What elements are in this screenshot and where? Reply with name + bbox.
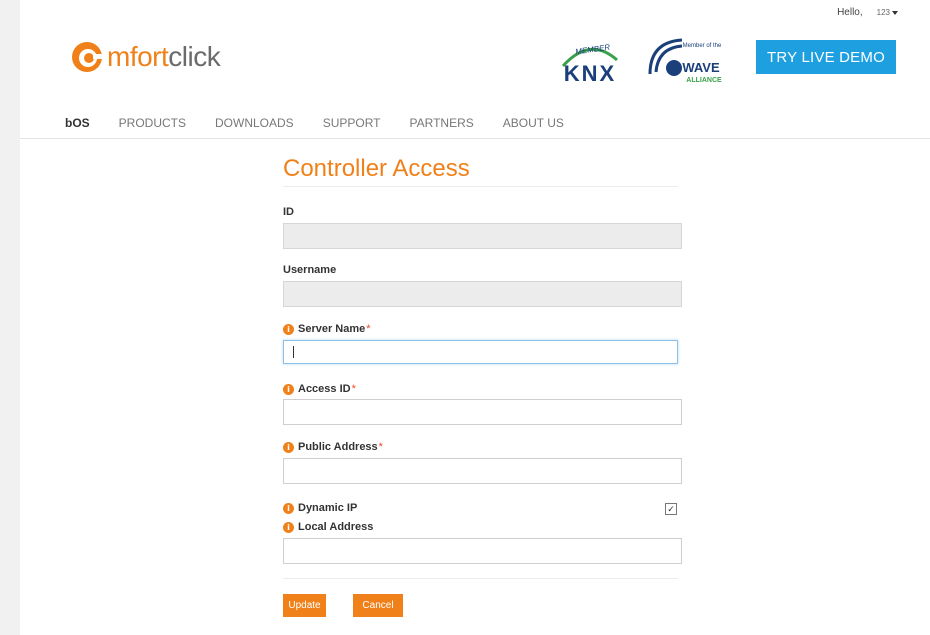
- knx-member-logo: MEMBER KNX: [561, 43, 618, 86]
- local-address-label-text: Local Address: [298, 521, 374, 533]
- update-button[interactable]: Update: [283, 594, 326, 617]
- info-icon[interactable]: i: [283, 441, 294, 453]
- nav-item-products[interactable]: PRODUCTS: [119, 116, 186, 130]
- dynamic-ip-label-text: Dynamic IP: [298, 502, 358, 514]
- info-icon[interactable]: i: [283, 383, 294, 395]
- local-address-label: i Local Address: [283, 520, 373, 534]
- cancel-button[interactable]: Cancel: [353, 594, 403, 617]
- public-address-label-text: Public Address: [298, 441, 378, 453]
- logo-swirl-icon: [72, 42, 104, 72]
- account-menu[interactable]: 123: [877, 8, 898, 17]
- logo-text-orange: mfort: [107, 41, 169, 72]
- page-title: Controller Access: [283, 155, 678, 187]
- nav-item-downloads[interactable]: DOWNLOADS: [215, 116, 294, 130]
- required-marker: *: [351, 383, 356, 395]
- greeting: Hello,: [837, 7, 863, 18]
- dynamic-ip-checkbox[interactable]: ✓: [665, 503, 677, 515]
- knx-member-text: MEMBER: [575, 43, 611, 57]
- required-marker: *: [378, 441, 383, 453]
- nav-item-bos[interactable]: bOS: [65, 116, 90, 130]
- text-cursor: [293, 346, 294, 358]
- id-label: ID: [283, 205, 294, 219]
- local-address-input[interactable]: [283, 538, 682, 564]
- id-label-text: ID: [283, 206, 294, 218]
- account-name: 123: [876, 8, 890, 17]
- nav-item-support[interactable]: SUPPORT: [323, 116, 381, 130]
- try-live-demo-button[interactable]: TRY LIVE DEMO: [756, 40, 896, 74]
- page: Hello, 123 mfortclick MEMBER KNX Member …: [20, 0, 930, 635]
- id-field: [283, 223, 682, 249]
- knx-text: KNX: [564, 61, 616, 86]
- access-id-label: i Access ID *: [283, 382, 356, 396]
- logo-text-grey: click: [168, 41, 221, 72]
- form-divider: [283, 578, 678, 579]
- controller-access-form: Controller Access ID Username i Server N…: [283, 155, 682, 617]
- main-nav: bOS PRODUCTS DOWNLOADS SUPPORT PARTNERS …: [65, 116, 593, 130]
- zwave-alliance-logo: Member of the WAVE ALLIANCE: [648, 38, 722, 84]
- dynamic-ip-label: i Dynamic IP: [283, 501, 357, 515]
- required-marker: *: [366, 323, 371, 335]
- caret-down-icon: [892, 10, 898, 15]
- logo-text: mfortclick: [107, 41, 221, 73]
- nav-item-partners[interactable]: PARTNERS: [410, 116, 474, 130]
- username-label: Username: [283, 263, 336, 277]
- access-id-input[interactable]: [283, 399, 682, 425]
- nav-divider: [20, 138, 930, 139]
- server-name-label: i Server Name *: [283, 322, 371, 336]
- info-icon[interactable]: i: [283, 323, 294, 335]
- server-name-label-text: Server Name: [298, 323, 366, 335]
- server-name-input[interactable]: [283, 340, 678, 364]
- comfortclick-logo[interactable]: mfortclick: [70, 40, 221, 74]
- public-address-label: i Public Address *: [283, 440, 383, 454]
- access-id-label-text: Access ID: [298, 383, 351, 395]
- user-bar: Hello, 123: [837, 7, 898, 18]
- zwave-text: WAVE: [682, 60, 720, 75]
- info-icon[interactable]: i: [283, 521, 294, 533]
- nav-item-about-us[interactable]: ABOUT US: [503, 116, 564, 130]
- info-icon[interactable]: i: [283, 502, 294, 514]
- username-field: [283, 281, 682, 307]
- zwave-alliance-text: ALLIANCE: [686, 77, 722, 84]
- public-address-input[interactable]: [283, 458, 682, 484]
- zwave-member-text: Member of the: [683, 43, 722, 49]
- username-label-text: Username: [283, 264, 337, 276]
